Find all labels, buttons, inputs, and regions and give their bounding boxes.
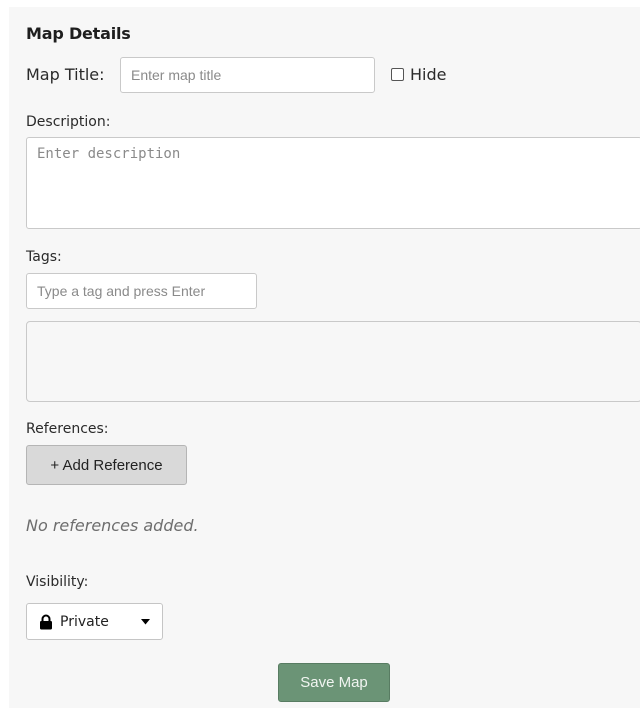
tag-input[interactable] (26, 273, 257, 309)
save-map-button[interactable]: Save Map (278, 663, 390, 702)
lock-icon (40, 614, 52, 629)
no-references-text: No references added. (26, 516, 199, 535)
visibility-select[interactable]: Private (26, 603, 163, 640)
tag-list-container (26, 321, 640, 402)
hide-checkbox[interactable] (391, 68, 404, 81)
visibility-label: Visibility: (26, 574, 89, 590)
add-reference-button[interactable]: + Add Reference (26, 445, 187, 485)
map-details-panel: Map Details Map Title: Hide Description:… (9, 7, 640, 708)
section-heading: Map Details (26, 24, 131, 43)
tags-label: Tags: (26, 249, 62, 265)
chevron-down-icon (141, 618, 150, 624)
references-label: References: (26, 421, 109, 437)
map-title-label: Map Title: (26, 65, 105, 84)
map-title-input[interactable] (120, 57, 375, 93)
visibility-selected-value: Private (60, 613, 109, 630)
description-textarea[interactable] (26, 137, 640, 229)
description-label: Description: (26, 114, 111, 130)
hide-toggle[interactable]: Hide (391, 65, 446, 84)
hide-label: Hide (410, 65, 447, 84)
